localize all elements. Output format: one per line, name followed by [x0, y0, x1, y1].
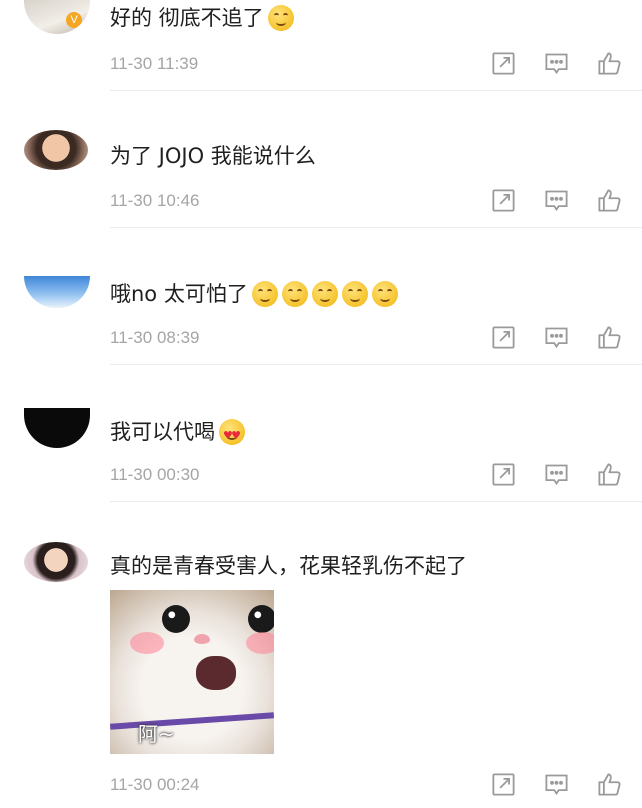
comment-text: 哦no 太可怕了	[110, 280, 398, 308]
like-icon[interactable]	[596, 50, 623, 77]
cat-nose	[194, 634, 210, 644]
smile-emoji-icon	[341, 281, 368, 307]
verified-badge-icon: V	[66, 12, 82, 28]
timestamp: 11-30 00:24	[110, 775, 200, 794]
cat-eye	[162, 605, 190, 633]
comment-icon[interactable]	[543, 324, 570, 351]
smile-emoji-icon	[311, 281, 338, 307]
divider	[110, 364, 642, 365]
like-icon[interactable]	[596, 771, 623, 798]
divider	[110, 227, 642, 228]
smile-emoji-icon	[251, 281, 278, 307]
avatar[interactable]	[24, 130, 88, 170]
smile-emoji-icon	[281, 281, 308, 307]
share-icon[interactable]	[490, 187, 517, 214]
timestamp: 11-30 10:46	[110, 191, 200, 210]
comment-icon[interactable]	[543, 461, 570, 488]
avatar[interactable]	[24, 542, 88, 582]
share-icon[interactable]	[490, 771, 517, 798]
share-icon[interactable]	[490, 324, 517, 351]
timestamp: 11-30 00:30	[110, 465, 200, 484]
comment-icon[interactable]	[543, 50, 570, 77]
like-icon[interactable]	[596, 461, 623, 488]
comment-image[interactable]: 阿~	[110, 590, 274, 754]
smile-emoji-icon	[371, 281, 398, 307]
timestamp: 11-30 08:39	[110, 328, 200, 347]
timestamp: 11-30 11:39	[110, 54, 199, 73]
comment-text: 为了 JOJO 我能说什么	[110, 144, 316, 168]
cat-blush	[246, 632, 274, 654]
comment-actions	[490, 771, 623, 798]
comment-text: 我可以代喝	[110, 418, 245, 450]
cat-eye	[248, 605, 274, 633]
comment-text: 好的 彻底不追了	[110, 4, 294, 32]
like-icon[interactable]	[596, 324, 623, 351]
comment-actions	[490, 187, 623, 214]
smile-emoji-icon	[267, 5, 294, 31]
heart-eyes-emoji-icon	[219, 419, 245, 450]
share-icon[interactable]	[490, 461, 517, 488]
cat-mouth	[196, 656, 236, 690]
avatar[interactable]: V	[24, 0, 90, 34]
comment-icon[interactable]	[543, 771, 570, 798]
share-icon[interactable]	[490, 50, 517, 77]
cat-blush	[130, 632, 164, 654]
cat-collar	[110, 712, 274, 730]
avatar[interactable]	[24, 276, 90, 308]
comment-actions	[490, 324, 623, 351]
image-caption: 阿~	[138, 722, 175, 746]
comment-actions	[490, 50, 623, 77]
avatar[interactable]	[24, 408, 90, 448]
comment-icon[interactable]	[543, 187, 570, 214]
divider	[110, 501, 642, 502]
comment-text: 真的是青春受害人，花果轻乳伤不起了	[110, 554, 467, 578]
comment-actions	[490, 461, 623, 488]
like-icon[interactable]	[596, 187, 623, 214]
divider	[110, 90, 642, 91]
